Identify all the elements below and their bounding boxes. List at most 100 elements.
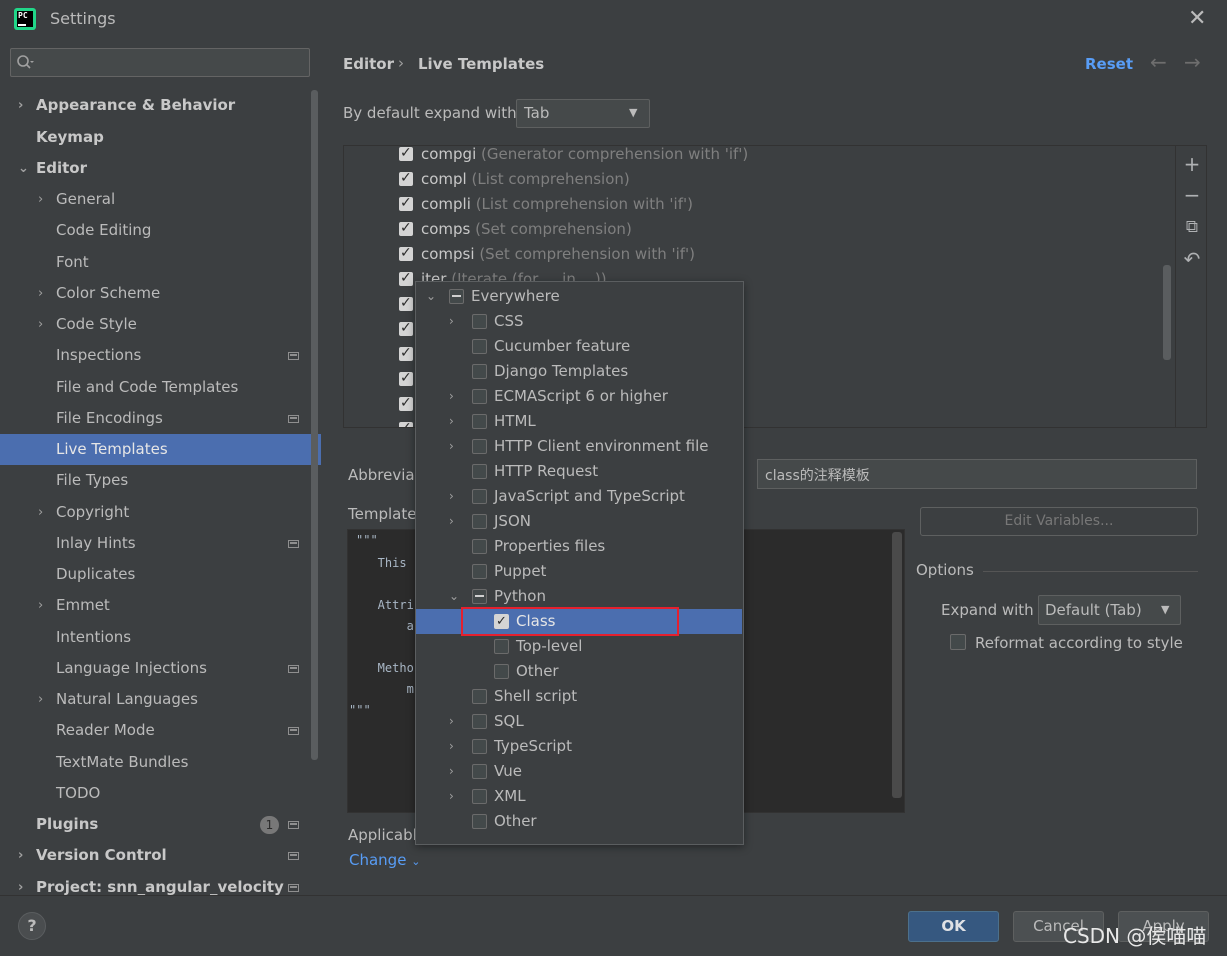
chevron-right-icon[interactable]: › — [449, 784, 454, 809]
chevron-down-icon[interactable]: ⌄ — [18, 153, 29, 184]
checkbox-icon[interactable] — [399, 191, 413, 216]
add-icon[interactable]: + — [1181, 153, 1203, 175]
context-item[interactable]: › Vue — [416, 759, 742, 784]
chevron-right-icon[interactable]: › — [38, 590, 43, 621]
context-item[interactable]: ⌄ Python — [416, 584, 742, 609]
context-item[interactable]: › SQL — [416, 709, 742, 734]
context-item[interactable]: › JSON — [416, 509, 742, 534]
checkbox-icon[interactable] — [472, 739, 487, 754]
checkbox-icon[interactable] — [399, 291, 413, 316]
context-item[interactable]: Shell script — [416, 684, 742, 709]
chevron-right-icon[interactable]: › — [449, 484, 454, 509]
context-item[interactable]: › XML — [416, 784, 742, 809]
chevron-right-icon[interactable]: › — [449, 409, 454, 434]
chevron-right-icon[interactable]: › — [449, 509, 454, 534]
context-item[interactable]: Top-level — [416, 634, 742, 659]
chevron-right-icon[interactable]: › — [449, 434, 454, 459]
sidebar-item[interactable]: › Emmet — [0, 590, 310, 621]
checkbox-icon[interactable] — [399, 391, 413, 416]
checkbox-icon[interactable] — [472, 514, 487, 529]
context-item[interactable]: Other — [416, 809, 742, 834]
sidebar-item[interactable]: › Version Control — [0, 840, 310, 871]
checkbox-icon[interactable] — [472, 389, 487, 404]
copy-icon[interactable]: ⧉ — [1181, 216, 1203, 238]
edit-variables-button[interactable]: Edit Variables... — [920, 507, 1198, 536]
checkbox-icon[interactable] — [472, 414, 487, 429]
checkbox-icon[interactable] — [472, 439, 487, 454]
chevron-right-icon[interactable]: › — [18, 840, 23, 871]
context-item[interactable]: › HTML — [416, 409, 742, 434]
templates-scrollbar[interactable] — [1163, 265, 1171, 360]
sidebar-item[interactable]: TODO — [0, 778, 310, 809]
sidebar-item[interactable]: › Copyright — [0, 497, 310, 528]
context-item[interactable]: Cucumber feature — [416, 334, 742, 359]
checkbox-icon[interactable] — [399, 216, 413, 241]
sidebar-scrollbar[interactable] — [311, 90, 318, 760]
checkbox-icon[interactable] — [399, 416, 413, 427]
sidebar-item[interactable]: Duplicates — [0, 559, 310, 590]
context-item[interactable]: Properties files — [416, 534, 742, 559]
sidebar-item[interactable]: TextMate Bundles — [0, 747, 310, 778]
checkbox-icon[interactable] — [472, 814, 487, 829]
close-icon[interactable]: ✕ — [1188, 6, 1206, 31]
chevron-right-icon[interactable]: › — [38, 184, 43, 215]
template-text-scrollbar[interactable] — [892, 532, 902, 798]
context-item[interactable]: › CSS — [416, 309, 742, 334]
context-item[interactable]: HTTP Request — [416, 459, 742, 484]
checkbox-icon[interactable] — [472, 789, 487, 804]
sidebar-item[interactable]: File Types — [0, 465, 310, 496]
help-button[interactable]: ? — [18, 912, 46, 940]
checkbox-icon[interactable] — [472, 539, 487, 554]
context-item[interactable]: › ECMAScript 6 or higher — [416, 384, 742, 409]
checkbox-icon[interactable] — [449, 289, 464, 304]
context-item[interactable]: Puppet — [416, 559, 742, 584]
checkbox-icon[interactable] — [399, 241, 413, 266]
sidebar-item[interactable]: Language Injections — [0, 653, 310, 684]
checkbox-icon[interactable] — [399, 146, 413, 166]
sidebar-item[interactable]: › Natural Languages — [0, 684, 310, 715]
checkbox-icon[interactable] — [472, 689, 487, 704]
checkbox-icon[interactable] — [472, 564, 487, 579]
chevron-right-icon[interactable]: › — [449, 734, 454, 759]
sidebar-item[interactable]: Live Templates — [0, 434, 321, 465]
checkbox-icon[interactable] — [472, 314, 487, 329]
sidebar-item[interactable]: › Color Scheme — [0, 278, 310, 309]
breadcrumb-root[interactable]: Editor — [343, 55, 394, 73]
sidebar-item[interactable]: › Appearance & Behavior — [0, 90, 310, 121]
chevron-right-icon[interactable]: › — [18, 90, 23, 121]
checkbox-icon[interactable] — [472, 489, 487, 504]
context-item[interactable]: › HTTP Client environment file — [416, 434, 742, 459]
reset-link[interactable]: Reset — [1085, 55, 1133, 73]
checkbox-icon[interactable] — [494, 639, 509, 654]
chevron-right-icon[interactable]: › — [38, 684, 43, 715]
back-arrow-icon[interactable]: ← — [1150, 50, 1167, 74]
checkbox-icon[interactable] — [399, 266, 413, 291]
sidebar-item[interactable]: Inspections — [0, 340, 310, 371]
checkbox-icon[interactable] — [472, 364, 487, 379]
sidebar-item[interactable]: Keymap — [0, 122, 310, 153]
checkbox-icon[interactable] — [399, 366, 413, 391]
chevron-right-icon[interactable]: › — [449, 309, 454, 334]
checkbox-icon[interactable] — [472, 589, 487, 604]
checkbox-icon[interactable] — [472, 464, 487, 479]
checkbox-icon[interactable] — [472, 714, 487, 729]
checkbox-icon[interactable] — [399, 316, 413, 341]
chevron-down-icon[interactable]: ⌄ — [426, 284, 436, 309]
chevron-down-icon[interactable]: ⌄ — [449, 584, 459, 609]
chevron-right-icon[interactable]: › — [38, 309, 43, 340]
chevron-right-icon[interactable]: › — [38, 278, 43, 309]
remove-icon[interactable]: − — [1181, 184, 1203, 206]
ok-button[interactable]: OK — [908, 911, 999, 942]
sidebar-item[interactable]: Font — [0, 247, 310, 278]
sidebar-item[interactable]: File and Code Templates — [0, 372, 310, 403]
reformat-label[interactable]: Reformat according to style — [975, 634, 1183, 652]
search-input[interactable] — [38, 50, 310, 77]
sidebar-item[interactable]: › Code Style — [0, 309, 310, 340]
reformat-checkbox[interactable] — [950, 634, 966, 650]
sidebar-item[interactable]: Intentions — [0, 622, 310, 653]
checkbox-icon[interactable] — [399, 341, 413, 366]
chevron-right-icon[interactable]: › — [449, 709, 454, 734]
checkbox-icon[interactable] — [472, 339, 487, 354]
sidebar-item[interactable]: Code Editing — [0, 215, 310, 246]
forward-arrow-icon[interactable]: → — [1184, 50, 1201, 74]
